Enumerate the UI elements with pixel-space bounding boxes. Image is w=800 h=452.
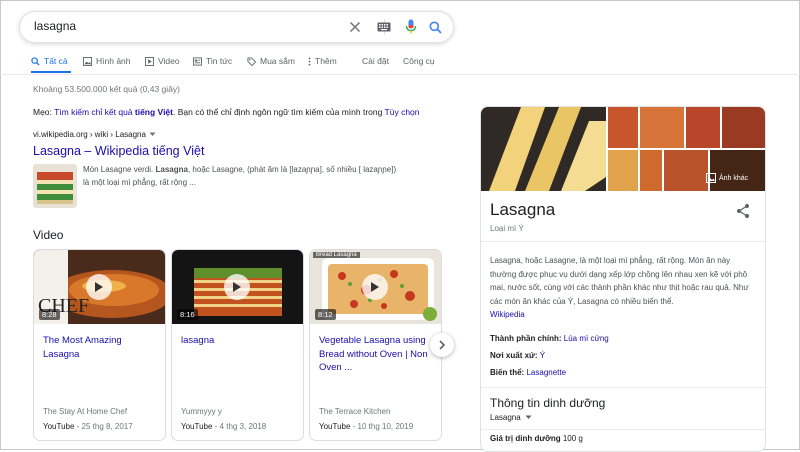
search-tabs: Tất cả Hình ảnh Video Tin tức Mua sắm Th… xyxy=(0,52,800,74)
fact-row: Biến thể: Lasagnette xyxy=(490,368,567,377)
video-channel: The Stay At Home Chef xyxy=(43,407,128,416)
tab-shopping[interactable]: Mua sắm xyxy=(247,56,295,66)
result-title-link[interactable]: Lasagna – Wikipedia tiếng Việt xyxy=(33,144,204,158)
panel-divider xyxy=(481,241,765,242)
video-duration: 8:16 xyxy=(177,309,198,320)
image-icon xyxy=(706,173,716,183)
play-icon[interactable] xyxy=(86,274,112,300)
video-thumbnail[interactable]: Bread Lasagna 8:12 xyxy=(310,250,441,324)
video-title[interactable]: lasagna xyxy=(181,334,297,348)
carousel-next-button[interactable] xyxy=(430,333,454,357)
video-card[interactable]: Bread Lasagna 8:12 Vegetable Lasagna usi… xyxy=(309,249,442,441)
image-icon xyxy=(83,56,92,66)
tabs-divider xyxy=(0,74,800,75)
video-thumb-label: Bread Lasagna xyxy=(313,252,360,258)
video-icon xyxy=(145,56,154,66)
tab-tools[interactable]: Công cụ xyxy=(403,56,435,66)
video-duration: 8:28 xyxy=(39,309,60,320)
tip-link[interactable]: Tìm kiếm chỉ kết quả tiếng Việt xyxy=(54,107,173,117)
video-channel: Yummyyy y xyxy=(181,407,222,416)
mic-icon[interactable] xyxy=(401,17,421,37)
fact-value-link[interactable]: Ý xyxy=(540,351,545,360)
language-tip: Mẹo: Tìm kiếm chỉ kết quả tiếng Việt. Bạ… xyxy=(33,107,420,117)
video-channel: The Terrace Kitchen xyxy=(319,407,391,416)
nutrition-row: Giá trị dinh dưỡng 100 g xyxy=(490,434,583,443)
panel-divider xyxy=(481,387,765,388)
panel-description: Lasagna, hoặc Lasagne, là một loại mì ph… xyxy=(490,256,749,319)
panel-divider xyxy=(481,429,765,430)
video-card[interactable]: 8:16 lasagna Yummyyy y YouTube - 4 thg 3… xyxy=(171,249,304,441)
fact-value-link[interactable]: Lúa mì cứng xyxy=(564,334,609,343)
chevron-right-icon xyxy=(439,340,446,350)
clear-icon[interactable] xyxy=(345,17,365,37)
caret-down-icon[interactable] xyxy=(149,132,156,137)
fact-row: Nơi xuất xứ: Ý xyxy=(490,351,546,360)
video-thumbnail[interactable]: 8:16 xyxy=(172,250,303,324)
video-section-heading: Video xyxy=(33,228,64,242)
wikipedia-link[interactable]: Wikipedia xyxy=(490,310,525,319)
result-thumbnail[interactable] xyxy=(33,164,77,208)
search-icon xyxy=(31,56,40,66)
more-images-button[interactable]: Ảnh khác xyxy=(706,173,748,183)
more-icon xyxy=(308,56,311,66)
knowledge-panel: Ảnh khác Lasagna Loại mì Ý Lasagna, hoặc… xyxy=(480,106,766,452)
tab-more[interactable]: Thêm xyxy=(308,56,337,66)
tab-news[interactable]: Tin tức xyxy=(193,56,232,66)
active-tab-indicator xyxy=(31,71,71,73)
preferences-link[interactable]: Tùy chọn xyxy=(385,107,420,117)
panel-subtitle: Loại mì Ý xyxy=(490,224,524,233)
video-duration: 8:12 xyxy=(315,309,336,320)
video-card[interactable]: CHEF 8:28 The Most Amazing Lasagna The S… xyxy=(33,249,166,441)
play-icon[interactable] xyxy=(362,274,388,300)
video-source: YouTube - 4 thg 3, 2018 xyxy=(181,422,267,431)
tag-icon xyxy=(247,56,256,66)
video-source: YouTube - 25 thg 8, 2017 xyxy=(43,422,133,431)
result-cite: vi.wikipedia.org › wiki › Lasagna xyxy=(33,130,156,139)
image-gallery[interactable]: Ảnh khác xyxy=(481,107,765,191)
nutrition-select[interactable]: Lasagna xyxy=(490,413,532,422)
play-icon[interactable] xyxy=(224,274,250,300)
caret-down-icon xyxy=(525,415,532,419)
share-icon[interactable] xyxy=(735,203,751,219)
search-icon[interactable] xyxy=(425,17,445,37)
fact-value-link[interactable]: Lasagnette xyxy=(526,368,566,377)
video-title[interactable]: Vegetable Lasagna using Bread without Ov… xyxy=(319,334,435,375)
tab-images[interactable]: Hình ảnh xyxy=(83,56,131,66)
news-icon xyxy=(193,56,202,66)
result-snippet: Món Lasagne verdi. Lasagna, hoặc Lasagne… xyxy=(83,165,397,187)
panel-title: Lasagna xyxy=(490,200,556,219)
search-input[interactable]: lasagna xyxy=(34,19,76,33)
video-thumbnail[interactable]: CHEF 8:28 xyxy=(34,250,165,324)
tab-video[interactable]: Video xyxy=(145,56,180,66)
nutrition-heading: Thông tin dinh dưỡng xyxy=(490,396,606,410)
tab-settings[interactable]: Cài đặt xyxy=(362,56,389,66)
video-title[interactable]: The Most Amazing Lasagna xyxy=(43,334,159,361)
keyboard-icon[interactable] xyxy=(374,17,394,37)
result-stats: Khoảng 53.500.000 kết quả (0,43 giây) xyxy=(33,84,180,94)
search-box[interactable]: lasagna xyxy=(19,11,454,43)
fact-row: Thành phần chính: Lúa mì cứng xyxy=(490,334,609,343)
tab-all[interactable]: Tất cả xyxy=(31,56,68,66)
video-source: YouTube - 10 thg 10, 2019 xyxy=(319,422,414,431)
